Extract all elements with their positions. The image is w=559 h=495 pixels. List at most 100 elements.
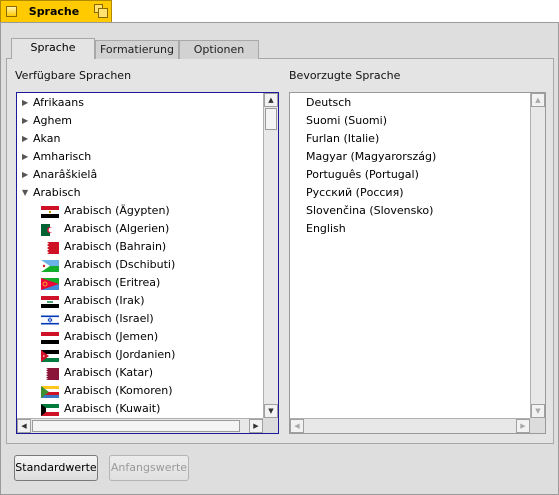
language-item[interactable]: Arabisch (Jemen) bbox=[18, 328, 262, 346]
scroll-up-icon[interactable]: ▲ bbox=[264, 93, 278, 107]
comoros-flag-icon bbox=[41, 386, 59, 398]
language-item[interactable]: Arabisch (Dschibuti) bbox=[18, 256, 262, 274]
scroll-corner bbox=[263, 418, 278, 433]
language-item[interactable]: Arabisch (Katar) bbox=[18, 364, 262, 382]
language-label: Arabisch (Ägypten) bbox=[64, 204, 170, 217]
language-item[interactable]: Arabisch (Bahrain) bbox=[18, 238, 262, 256]
preferred-horizontal-scrollbar[interactable]: ◀ ▶ bbox=[290, 418, 530, 433]
language-label: Arabisch (Dschibuti) bbox=[64, 258, 176, 271]
available-horizontal-scrollbar[interactable]: ◀ ▶ bbox=[17, 418, 263, 433]
collapsed-arrow-icon[interactable]: ▶ bbox=[22, 148, 30, 166]
tab-formatierung[interactable]: Formatierung bbox=[95, 40, 179, 59]
preferred-vertical-scrollbar[interactable]: ▲ ▼ bbox=[530, 93, 545, 418]
available-languages-label: Verfügbare Sprachen bbox=[15, 69, 132, 82]
collapsed-arrow-icon[interactable]: ▶ bbox=[22, 166, 30, 184]
scroll-left-icon[interactable]: ◀ bbox=[290, 419, 304, 433]
scroll-up-icon[interactable]: ▲ bbox=[531, 93, 545, 107]
vertical-scroll-thumb[interactable] bbox=[265, 108, 277, 130]
window-tab[interactable]: Sprache bbox=[0, 0, 112, 22]
available-languages-list[interactable]: ▶ Afrikaans ▶ Aghem ▶ Akan ▶ Amharisch ▶ Anarâški… bbox=[16, 92, 279, 434]
language-group-label: Anarâškielâ bbox=[33, 168, 98, 181]
language-label: Arabisch (Eritrea) bbox=[64, 276, 161, 289]
tab-sprache[interactable]: Sprache bbox=[11, 38, 95, 60]
preferred-language-label: Português (Portugal) bbox=[306, 168, 419, 181]
kuwait-flag-icon bbox=[41, 404, 59, 416]
eritrea-flag-icon bbox=[41, 278, 59, 290]
language-group-item[interactable]: ▶ Akan bbox=[18, 130, 262, 148]
preferred-language-label: Deutsch bbox=[306, 96, 352, 109]
language-item[interactable]: Arabisch (Kuwait) bbox=[18, 400, 262, 417]
language-label: Arabisch (Jordanien) bbox=[64, 348, 176, 361]
language-item[interactable]: Arabisch (Algerien) bbox=[18, 220, 262, 238]
djibouti-flag-icon bbox=[41, 260, 59, 272]
zoom-icon[interactable] bbox=[94, 4, 108, 18]
language-item[interactable]: Arabisch (Jordanien) bbox=[18, 346, 262, 364]
scroll-down-icon[interactable]: ▼ bbox=[264, 404, 278, 418]
revert-button[interactable]: Anfangswerte bbox=[109, 455, 189, 481]
preferred-language-label: Bevorzugte Sprache bbox=[289, 69, 401, 82]
language-item[interactable]: Arabisch (Israel) bbox=[18, 310, 262, 328]
preferred-language-label: Suomi (Suomi) bbox=[306, 114, 387, 127]
preferred-language-item[interactable]: Português (Portugal) bbox=[291, 166, 529, 184]
scroll-down-icon[interactable]: ▼ bbox=[531, 404, 545, 418]
language-item[interactable]: Arabisch (Komoren) bbox=[18, 382, 262, 400]
iraq-flag-icon bbox=[41, 296, 59, 308]
language-label: Arabisch (Kuwait) bbox=[64, 402, 161, 415]
language-group-label: Aghem bbox=[33, 114, 72, 127]
language-group-label: Afrikaans bbox=[33, 96, 84, 109]
preferred-language-label: English bbox=[306, 222, 346, 235]
language-label: Arabisch (Bahrain) bbox=[64, 240, 167, 253]
preferred-language-item[interactable]: Furlan (Italie) bbox=[291, 130, 529, 148]
language-group-item[interactable]: ▼ Arabisch bbox=[18, 184, 262, 202]
bahrain-flag-icon bbox=[41, 242, 59, 254]
defaults-button[interactable]: Standardwerte bbox=[14, 455, 98, 481]
expanded-arrow-icon[interactable]: ▼ bbox=[22, 184, 30, 202]
language-group-label: Amharisch bbox=[33, 150, 92, 163]
scroll-right-icon[interactable]: ▶ bbox=[249, 419, 263, 433]
language-label: Arabisch (Jemen) bbox=[64, 330, 159, 343]
language-label: Arabisch (Israel) bbox=[64, 312, 154, 325]
tab-content-sprache: Verfügbare Sprachen Bevorzugte Sprache ▶… bbox=[6, 59, 554, 444]
available-vertical-scrollbar[interactable]: ▲ ▼ bbox=[263, 93, 278, 418]
preferred-language-item[interactable]: English bbox=[291, 220, 529, 238]
language-item[interactable]: Arabisch (Irak) bbox=[18, 292, 262, 310]
language-item[interactable]: Arabisch (Ägypten) bbox=[18, 202, 262, 220]
horizontal-scroll-thumb[interactable] bbox=[32, 420, 240, 432]
close-icon[interactable] bbox=[6, 6, 17, 17]
israel-flag-icon bbox=[41, 314, 59, 326]
window-title: Sprache bbox=[28, 5, 80, 18]
scroll-left-icon[interactable]: ◀ bbox=[17, 419, 31, 433]
preferred-language-item[interactable]: Suomi (Suomi) bbox=[291, 112, 529, 130]
preferred-language-item[interactable]: Deutsch bbox=[291, 94, 529, 112]
language-group-item[interactable]: ▶ Amharisch bbox=[18, 148, 262, 166]
language-group-item[interactable]: ▶ Anarâškielâ bbox=[18, 166, 262, 184]
collapsed-arrow-icon[interactable]: ▶ bbox=[22, 112, 30, 130]
available-languages-items: ▶ Afrikaans ▶ Aghem ▶ Akan ▶ Amharisch ▶ Anarâški… bbox=[18, 94, 262, 417]
jordan-flag-icon bbox=[41, 350, 59, 362]
collapsed-arrow-icon[interactable]: ▶ bbox=[22, 130, 30, 148]
language-group-label: Akan bbox=[33, 132, 61, 145]
qatar-flag-icon bbox=[41, 368, 59, 380]
language-group-item[interactable]: ▶ Afrikaans bbox=[18, 94, 262, 112]
language-item[interactable]: Arabisch (Eritrea) bbox=[18, 274, 262, 292]
language-label: Arabisch (Irak) bbox=[64, 294, 145, 307]
collapsed-arrow-icon[interactable]: ▶ bbox=[22, 94, 30, 112]
preferred-language-item[interactable]: Русский (Россия) bbox=[291, 184, 529, 202]
tab-bar: Sprache Formatierung Optionen bbox=[6, 38, 554, 60]
preferred-language-item[interactable]: Magyar (Magyarország) bbox=[291, 148, 529, 166]
preferred-language-label: Magyar (Magyarország) bbox=[306, 150, 437, 163]
language-label: Arabisch (Algerien) bbox=[64, 222, 170, 235]
egypt-flag-icon bbox=[41, 206, 59, 218]
scroll-right-icon[interactable]: ▶ bbox=[516, 419, 530, 433]
preferred-languages-list[interactable]: Deutsch Suomi (Suomi) Furlan (Italie) Magya… bbox=[289, 92, 546, 434]
language-group-item[interactable]: ▶ Aghem bbox=[18, 112, 262, 130]
yemen-flag-icon bbox=[41, 332, 59, 344]
algeria-flag-icon bbox=[41, 224, 59, 236]
tab-optionen[interactable]: Optionen bbox=[179, 40, 259, 59]
preferred-language-label: Slovenčina (Slovensko) bbox=[306, 204, 434, 217]
preferred-language-item[interactable]: Slovenčina (Slovensko) bbox=[291, 202, 529, 220]
preferred-language-label: Furlan (Italie) bbox=[306, 132, 380, 145]
language-label: Arabisch (Komoren) bbox=[64, 384, 173, 397]
language-label: Arabisch (Katar) bbox=[64, 366, 153, 379]
language-group-label: Arabisch bbox=[33, 186, 81, 199]
